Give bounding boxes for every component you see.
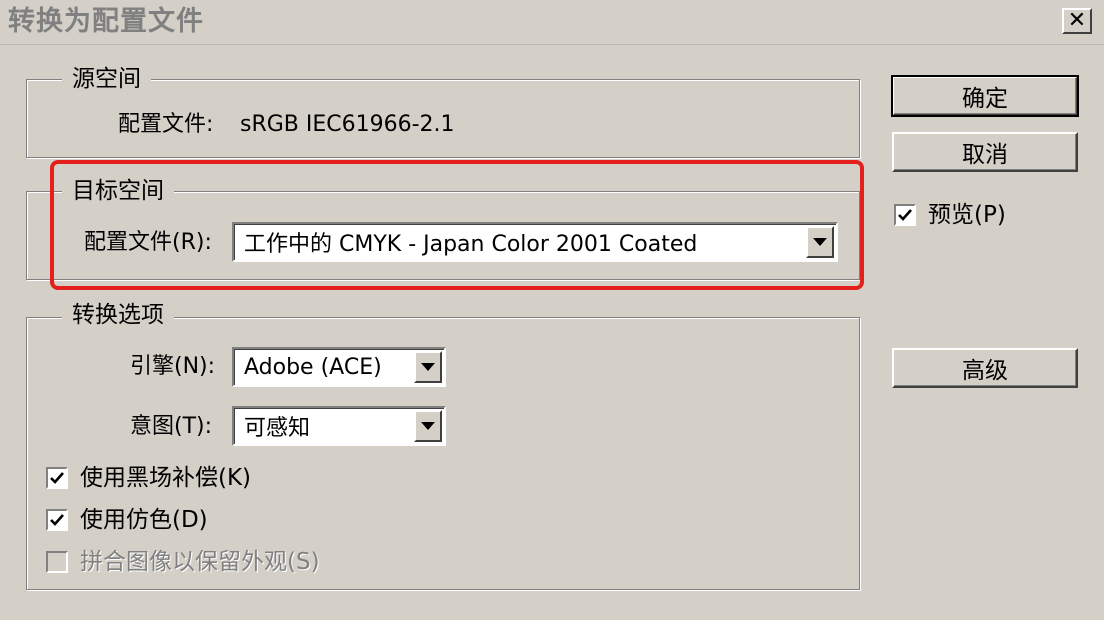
close-button[interactable]: ✕ bbox=[1062, 8, 1092, 34]
dither-checkbox-row[interactable]: 使用仿色(D) bbox=[46, 505, 208, 535]
advanced-button-label: 高级 bbox=[962, 358, 1008, 384]
dither-checkbox[interactable] bbox=[46, 509, 68, 531]
intent-dropdown-button[interactable] bbox=[414, 410, 442, 442]
intent-label: 意图(T): bbox=[130, 414, 213, 439]
preview-checkbox-row[interactable]: 预览(P) bbox=[894, 200, 1006, 230]
engine-value: Adobe (ACE) bbox=[244, 354, 382, 380]
highlight-box bbox=[50, 160, 864, 290]
flatten-checkbox bbox=[46, 551, 68, 573]
black-point-checkbox-row[interactable]: 使用黑场补偿(K) bbox=[46, 463, 251, 493]
preview-checkbox[interactable] bbox=[894, 204, 916, 226]
preview-label: 预览(P) bbox=[928, 202, 1006, 228]
flatten-label: 拼合图像以保留外观(S) bbox=[80, 549, 320, 575]
intent-dropdown[interactable]: 可感知 bbox=[232, 406, 446, 446]
conversion-options-legend: 转换选项 bbox=[62, 300, 174, 330]
dither-label: 使用仿色(D) bbox=[80, 507, 208, 533]
window-title: 转换为配置文件 bbox=[8, 6, 204, 37]
source-space-legend: 源空间 bbox=[62, 64, 151, 94]
engine-dropdown[interactable]: Adobe (ACE) bbox=[232, 347, 446, 387]
ok-button[interactable]: 确定 bbox=[891, 75, 1079, 117]
chevron-down-icon bbox=[421, 363, 435, 371]
title-bar: 转换为配置文件 ✕ bbox=[0, 0, 1104, 45]
chevron-down-icon bbox=[421, 422, 435, 430]
checkmark-icon bbox=[50, 514, 64, 526]
black-point-label: 使用黑场补偿(K) bbox=[80, 465, 252, 491]
flatten-checkbox-row: 拼合图像以保留外观(S) bbox=[46, 547, 320, 577]
source-profile-value: sRGB IEC61966-2.1 bbox=[240, 112, 455, 137]
checkmark-icon bbox=[898, 209, 912, 221]
source-profile-label: 配置文件: bbox=[118, 112, 214, 137]
ok-button-label: 确定 bbox=[962, 86, 1008, 112]
black-point-checkbox[interactable] bbox=[46, 467, 68, 489]
checkmark-icon bbox=[50, 472, 64, 484]
close-icon: ✕ bbox=[1067, 8, 1087, 33]
intent-value: 可感知 bbox=[244, 416, 311, 441]
engine-dropdown-button[interactable] bbox=[414, 351, 442, 383]
engine-label: 引擎(N): bbox=[130, 354, 216, 379]
advanced-button[interactable]: 高级 bbox=[892, 348, 1078, 388]
cancel-button[interactable]: 取消 bbox=[892, 132, 1078, 172]
cancel-button-label: 取消 bbox=[962, 142, 1008, 168]
